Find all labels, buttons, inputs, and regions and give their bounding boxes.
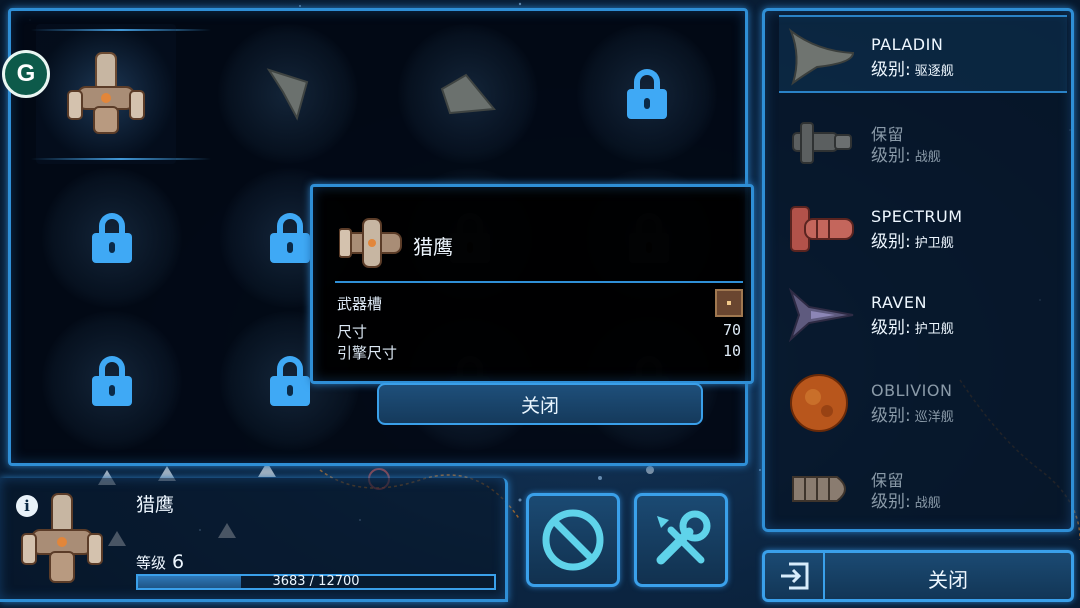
ship-name: SPECTRUM [871,207,963,226]
ship-class: 级别: 战舰 [871,487,941,512]
g-badge-letter: G [16,60,36,87]
ship-class-value: 护卫舰 [914,322,954,337]
exit-button-label: 关闭 [928,568,968,592]
ship-class-label: 级别: [871,60,911,80]
ship-class-label: 级别: [871,318,911,338]
ship-silhouette-icon [440,73,496,115]
stat-value-size: 70 [722,321,741,339]
ship-silhouette-icon [266,68,309,121]
reserved-ship-icon [792,476,846,502]
oblivion-ship-icon [790,374,848,432]
popup-close-button[interactable]: 关闭 [377,383,703,425]
stat-label-engine-size: 引擎尺寸 [337,344,398,362]
falcon-ship-icon [339,218,402,268]
stat-label-weapon-slots: 武器槽 [337,295,383,313]
weapon-slot-icon [715,289,743,317]
ship-list-item[interactable]: 保留 级别: 战舰 [779,103,1067,181]
ship-class-value: 驱逐舰 [914,64,954,79]
level-display: 等级 6 [136,551,184,573]
prohibit-icon [542,509,604,571]
ship-list-item[interactable]: OBLIVION 级别: 巡洋舰 [779,363,1067,441]
reserved-ship-icon [792,122,852,164]
ship-details-popup: 猎鹰 武器槽 尺寸 70 引擎尺寸 10 [310,184,754,384]
ship-list-panel: PALADIN 级别: 驱逐舰 保留 级别: 战舰 SPECTRUM 级别: 护卫舰 … [762,8,1074,532]
current-ship-name: 猎鹰 [136,494,175,516]
stat-value-engine-size: 10 [722,342,741,360]
ship-class-label: 级别: [871,146,911,166]
lock-icon [92,213,132,263]
current-ship-icon [21,493,103,583]
exit-button[interactable]: 关闭 [762,550,1074,602]
ship-class-label: 级别: [871,232,911,252]
stat-label-size: 尺寸 [337,323,368,341]
raven-ship-icon [788,287,854,343]
spectrum-ship-icon [790,206,854,252]
ship-class-value: 巡洋舰 [914,410,954,425]
popup-ship-name: 猎鹰 [413,235,453,259]
ship-class-value: 战舰 [914,496,941,511]
popup-divider [335,281,743,283]
hangar-slot-locked[interactable] [42,168,182,308]
ship-class-value: 战舰 [914,150,941,165]
hangar-slot[interactable] [398,24,538,164]
exit-icon-box [765,553,825,599]
xp-progress-text: 3683 / 12700 [272,574,360,589]
ship-name: RAVEN [871,293,927,312]
lock-icon [270,356,310,406]
hangar-slot[interactable] [218,24,358,164]
ship-class: 级别: 战舰 [871,141,941,166]
ship-name: PALADIN [871,35,944,54]
ship-class: 级别: 护卫舰 [871,227,954,252]
ship-class-label: 级别: [871,406,911,426]
lock-icon [92,356,132,406]
ship-class: 级别: 巡洋舰 [871,401,954,426]
ship-list-item[interactable]: PALADIN 级别: 驱逐舰 [779,15,1067,93]
lock-icon [270,213,310,263]
ship-name: OBLIVION [871,381,953,400]
ship-class: 级别: 护卫舰 [871,313,954,338]
lock-icon [627,69,667,119]
xp-progress-bar: 3683 / 12700 [136,574,496,590]
paladin-ship-icon [788,28,855,86]
g-badge-icon[interactable]: G [2,50,50,98]
wrench-screwdriver-icon [656,510,711,565]
ship-list-item[interactable]: RAVEN 级别: 护卫舰 [779,275,1067,353]
cancel-button[interactable] [526,493,620,587]
level-label: 等级 [136,554,167,572]
ship-class-label: 级别: [871,492,911,512]
ship-class-value: 护卫舰 [914,236,954,251]
exit-arrow-icon [781,562,809,590]
upgrade-tools-button[interactable] [634,493,728,587]
hangar-slot-locked[interactable] [577,24,717,164]
hangar-slot-locked[interactable] [42,311,182,451]
level-value: 6 [172,551,185,573]
falcon-ship-icon [67,52,145,134]
ship-class: 级别: 驱逐舰 [871,55,954,80]
ship-list-item[interactable]: 保留 级别: 战舰 [779,449,1067,527]
hangar-slot-falcon[interactable] [36,24,176,164]
ship-list-item[interactable]: SPECTRUM 级别: 护卫舰 [779,189,1067,267]
